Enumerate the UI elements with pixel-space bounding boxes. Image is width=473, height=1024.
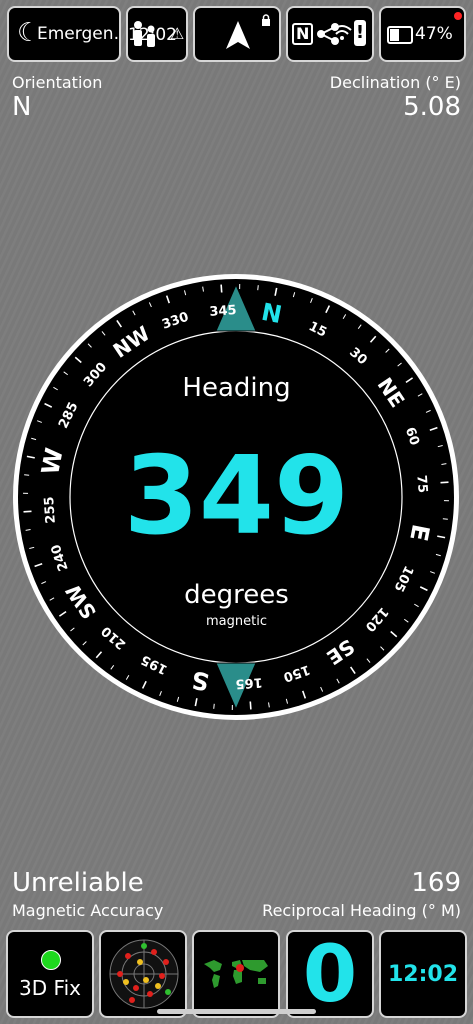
reciprocal-label: Reciprocal Heading (° M)	[262, 901, 461, 920]
mode-label: magnetic	[206, 614, 267, 629]
accuracy-label: Magnetic Accuracy	[12, 901, 164, 920]
home-indicator[interactable]	[157, 1009, 316, 1014]
satellite-sky-tile[interactable]	[99, 930, 187, 1018]
compass-degree-label: 165	[235, 674, 263, 691]
compass-tick	[213, 703, 215, 709]
heading-value: 349	[123, 434, 350, 559]
compass-tick	[249, 701, 252, 710]
compass-tick	[257, 285, 259, 291]
satellite-radar-icon	[109, 939, 179, 1009]
clock-tile[interactable]: 12:02	[379, 930, 467, 1018]
world-map-icon	[204, 960, 268, 988]
world-map-tile[interactable]	[192, 930, 280, 1018]
heading-label: Heading	[182, 373, 291, 403]
satellite-count: 0	[302, 930, 358, 1018]
reciprocal-value: 169	[411, 868, 461, 898]
units-label: degrees	[184, 580, 289, 610]
clock-time: 12:02	[387, 962, 459, 987]
compass-degree-label: 345	[209, 303, 237, 320]
gps-fix-tile[interactable]: 3D Fix	[6, 930, 94, 1018]
gps-fix-dot-icon	[41, 950, 61, 970]
gps-fix-label: 3D Fix	[19, 976, 81, 1000]
compass-tick	[220, 284, 223, 293]
accuracy-value: Unreliable	[12, 868, 144, 898]
satellite-count-tile[interactable]: 0	[286, 930, 374, 1018]
